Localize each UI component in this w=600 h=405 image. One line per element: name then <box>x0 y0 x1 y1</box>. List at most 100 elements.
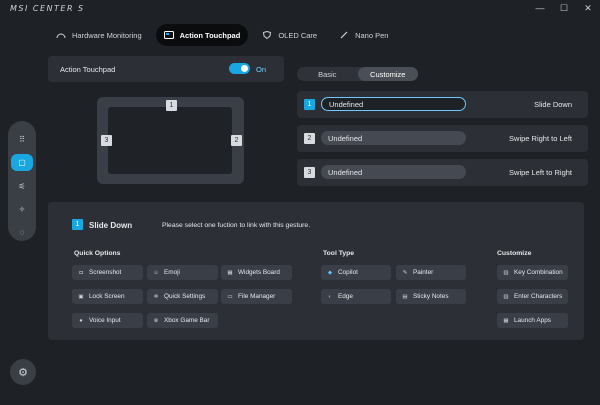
maximize-button[interactable]: ☐ <box>552 0 576 16</box>
feedback-icon: ◌ <box>19 227 25 237</box>
tab-label: Hardware Monitoring <box>72 30 142 40</box>
option-label: Quick Settings <box>164 293 206 300</box>
tab-basic[interactable]: Basic <box>297 67 358 81</box>
detail-title: Slide Down <box>89 221 133 230</box>
text-icon: ▥ <box>503 293 509 300</box>
gear-icon: ✲ <box>153 293 159 300</box>
option-label: Key Combination <box>514 269 563 276</box>
gesture-label: Swipe Left to Right <box>509 168 572 177</box>
tab-hardware-monitoring[interactable]: Hardware Monitoring <box>48 24 150 46</box>
option-label: Painter <box>413 269 434 276</box>
option-label: Screenshot <box>89 269 122 276</box>
option-label: Copilot <box>338 269 358 276</box>
touchpad-surface <box>108 107 232 174</box>
gesture-row[interactable]: 1 Undefined Slide Down <box>297 91 588 118</box>
gauge-icon <box>56 33 66 39</box>
widgets-icon: ▦ <box>227 269 233 276</box>
option-widgets-board[interactable]: ▦ Widgets Board <box>221 265 292 280</box>
option-enter-characters[interactable]: ▥ Enter Characters <box>497 289 568 304</box>
option-label: File Manager <box>238 293 276 300</box>
toggle-label: Action Touchpad <box>60 65 116 74</box>
sticky-note-icon: ▤ <box>402 293 408 300</box>
option-file-manager[interactable]: ▭ File Manager <box>221 289 292 304</box>
sliders-icon: ⚟ <box>18 181 26 191</box>
switch-state: On <box>256 65 267 74</box>
action-touchpad-switch[interactable] <box>229 63 250 74</box>
option-label: Xbox Game Bar <box>164 317 210 324</box>
tab-label: OLED Care <box>278 30 318 40</box>
apps-grid-icon: ⠿ <box>19 135 25 145</box>
copilot-icon: ◆ <box>327 269 333 276</box>
app-logo: MSI CENTER S <box>10 4 85 13</box>
feature-tabs: Hardware Monitoring Action Touchpad OLED… <box>48 24 396 46</box>
microphone-icon: ● <box>79 317 83 324</box>
option-label: Voice Input <box>89 317 121 324</box>
option-label: Sticky Notes <box>413 293 449 300</box>
sparkle-icon: ✧ <box>18 204 26 214</box>
sidebar-item-feedback[interactable]: ◌ <box>11 224 33 241</box>
option-label: Widgets Board <box>238 269 280 276</box>
touchpad-zone-1[interactable]: 1 <box>166 100 177 111</box>
gesture-number: 1 <box>304 99 315 110</box>
option-label: Launch Apps <box>514 317 551 324</box>
option-copilot[interactable]: ◆ Copilot <box>321 265 391 280</box>
touchpad-zone-2[interactable]: 2 <box>231 135 242 146</box>
settings-button[interactable]: ⚙ <box>10 359 36 385</box>
gesture-row[interactable]: 3 Undefined Swipe Left to Right <box>297 159 588 186</box>
xbox-icon: ⊗ <box>153 317 159 324</box>
option-lock-screen[interactable]: ▣ Lock Screen <box>72 289 143 304</box>
tab-nano-pen[interactable]: Nano Pen <box>331 24 396 46</box>
keyboard-icon: ▥ <box>503 269 509 276</box>
gesture-label: Swipe Right to Left <box>509 134 572 143</box>
gesture-function-field[interactable]: Undefined <box>321 131 466 145</box>
sidebar-item-sliders[interactable]: ⚟ <box>11 177 33 194</box>
option-launch-apps[interactable]: ▦ Launch Apps <box>497 313 568 328</box>
option-key-combination[interactable]: ▥ Key Combination <box>497 265 568 280</box>
edge-icon: ◐ <box>328 293 332 300</box>
switch-knob <box>241 65 248 72</box>
lock-icon: ▣ <box>78 293 84 300</box>
mode-switch: Basic Customize <box>297 67 418 81</box>
option-emoji[interactable]: ☺ Emoji <box>147 265 218 280</box>
sidebar-item-sparkle[interactable]: ✧ <box>11 201 33 218</box>
option-label: Emoji <box>164 269 180 276</box>
option-edge[interactable]: ◐ Edge <box>321 289 391 304</box>
gesture-number: 3 <box>304 167 315 178</box>
folder-icon: ▭ <box>227 293 233 300</box>
gesture-label: Slide Down <box>534 100 572 109</box>
pen-icon <box>340 31 348 39</box>
tab-customize[interactable]: Customize <box>357 67 418 81</box>
option-screenshot[interactable]: ◘ Screenshot <box>72 265 143 280</box>
option-quick-settings[interactable]: ✲ Quick Settings <box>147 289 218 304</box>
gesture-function-field[interactable]: Undefined <box>321 97 466 111</box>
option-painter[interactable]: ✎ Painter <box>396 265 466 280</box>
brush-icon: ✎ <box>402 269 408 276</box>
close-button[interactable]: ✕ <box>576 0 600 16</box>
option-sticky-notes[interactable]: ▤ Sticky Notes <box>396 289 466 304</box>
customize-heading: Customize <box>497 250 532 257</box>
touchpad-icon <box>163 31 174 39</box>
option-voice-input[interactable]: ● Voice Input <box>72 313 143 328</box>
tab-action-touchpad[interactable]: Action Touchpad <box>155 24 249 46</box>
option-label: Lock Screen <box>89 293 125 300</box>
minimize-button[interactable]: — <box>528 0 552 16</box>
shield-icon <box>263 31 272 39</box>
tab-oled-care[interactable]: OLED Care <box>254 24 325 46</box>
option-label: Enter Characters <box>514 293 563 300</box>
tab-label: Action Touchpad <box>179 30 241 40</box>
title-bar: MSI CENTER S — ☐ ✕ <box>0 0 600 18</box>
gesture-function-field[interactable]: Undefined <box>321 165 466 179</box>
detail-gesture-number: 1 <box>72 219 83 230</box>
touchpad-icon: ▢ <box>18 158 26 168</box>
tool-type-heading: Tool Type <box>323 250 355 257</box>
quick-options-heading: Quick Options <box>74 250 121 257</box>
apps-icon: ▦ <box>503 317 509 324</box>
gesture-row[interactable]: 2 Undefined Swipe Right to Left <box>297 125 588 152</box>
gear-icon: ⚙ <box>18 366 28 379</box>
touchpad-zone-3[interactable]: 3 <box>101 135 112 146</box>
sidebar-item-touchpad[interactable]: ▢ <box>11 154 33 172</box>
option-xbox-game-bar[interactable]: ⊗ Xbox Game Bar <box>147 313 218 328</box>
option-label: Edge <box>338 293 353 300</box>
tab-label: Nano Pen <box>355 30 389 40</box>
sidebar-item-apps[interactable]: ⠿ <box>11 131 33 148</box>
